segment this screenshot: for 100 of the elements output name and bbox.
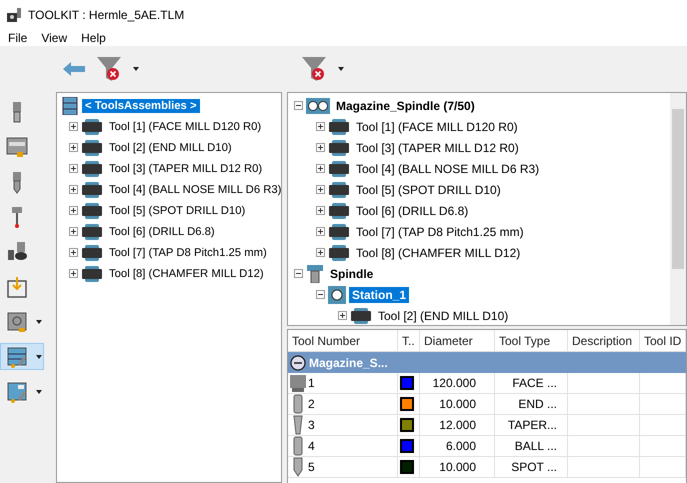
expander-icon[interactable] <box>294 101 303 110</box>
table-cell: 6.000 <box>420 436 495 457</box>
caret-icon[interactable] <box>132 65 140 73</box>
empty-cell <box>568 373 640 394</box>
tool-icon <box>328 244 350 262</box>
table-icon <box>5 344 29 368</box>
empty-cell <box>568 436 640 457</box>
tree-item[interactable]: Magazine_Spindle (7/50) <box>333 98 478 114</box>
table-cell: TAPER... <box>495 415 568 436</box>
import-icon <box>5 274 29 298</box>
expander-icon[interactable] <box>69 122 78 131</box>
panel-icon <box>5 380 29 404</box>
menu-item[interactable]: File <box>8 31 28 45</box>
expander-icon[interactable] <box>338 311 347 320</box>
toolbar-button[interactable] <box>0 343 44 370</box>
tool-icon <box>81 202 103 220</box>
collapse-icon[interactable] <box>290 354 306 370</box>
tool-icon <box>81 244 103 262</box>
expander-icon[interactable] <box>69 269 78 278</box>
caret-icon[interactable] <box>337 65 345 73</box>
tree-item[interactable]: Tool [1] (FACE MILL D120 R0) <box>353 118 521 134</box>
expander-icon[interactable] <box>294 269 303 278</box>
empty-cell <box>640 373 686 394</box>
app-icon <box>6 7 22 23</box>
tool-icon <box>81 180 103 198</box>
expander-icon[interactable] <box>69 248 78 257</box>
expander-icon[interactable] <box>316 227 325 236</box>
expander-icon[interactable] <box>69 206 78 215</box>
table-cell: 4 <box>308 439 315 453</box>
tool-icon <box>81 118 103 136</box>
tool-icon <box>350 306 372 324</box>
tool-icon <box>81 222 103 240</box>
filter-icon[interactable] <box>301 56 327 82</box>
tree-item[interactable]: Spindle <box>327 266 376 282</box>
scrollbar[interactable] <box>670 93 686 325</box>
tree-item[interactable]: Tool [7] (TAP D8 Pitch1.25 mm) <box>106 246 270 260</box>
tree-item[interactable]: Tool [2] (END MILL D10) <box>375 308 512 324</box>
group-label: Magazine_S... <box>309 356 388 370</box>
tool-icon <box>328 202 350 220</box>
expander-icon[interactable] <box>316 290 325 299</box>
tool-icon <box>328 138 350 156</box>
table-cell: END ... <box>495 394 568 415</box>
tree-item[interactable]: < ToolsAssemblies > <box>82 98 200 112</box>
expander-icon[interactable] <box>69 185 78 194</box>
empty-cell <box>568 394 640 415</box>
menu-item[interactable]: View <box>41 31 68 45</box>
tree-item[interactable]: Tool [3] (TAPER MILL D12 R0) <box>106 162 266 176</box>
menu-item[interactable]: Help <box>81 31 106 45</box>
tree-item[interactable]: Tool [1] (FACE MILL D120 R0) <box>106 120 264 134</box>
tool-icon <box>328 222 350 240</box>
magazine-icon <box>306 98 330 114</box>
table-cell: 10.000 <box>420 394 495 415</box>
expander-icon[interactable] <box>316 143 325 152</box>
tool-icon <box>81 264 103 282</box>
station-icon <box>328 286 346 304</box>
tool-holder-icon <box>5 134 29 158</box>
filter-icon[interactable] <box>96 56 122 82</box>
table-cell: 5 <box>308 460 315 474</box>
expander-icon[interactable] <box>69 227 78 236</box>
table-cell: BALL ... <box>495 436 568 457</box>
table-cell: 120.000 <box>420 373 495 394</box>
expander-icon[interactable] <box>69 143 78 152</box>
tree-item[interactable]: Tool [5] (SPOT DRILL D10) <box>353 182 504 198</box>
expander-icon[interactable] <box>316 248 325 257</box>
tree-item[interactable]: Tool [2] (END MILL D10) <box>106 140 235 154</box>
face-mill-icon <box>290 373 306 393</box>
tree-item[interactable]: Tool [8] (CHAMFER MILL D12) <box>106 266 267 280</box>
empty-cell <box>568 415 640 436</box>
tool-icon <box>328 160 350 178</box>
expander-icon[interactable] <box>316 122 325 131</box>
tree-item[interactable]: Tool [6] (DRILL D6.8) <box>106 224 218 238</box>
tree-item[interactable]: Tool [5] (SPOT DRILL D10) <box>106 204 248 218</box>
table-cell: 2 <box>308 397 315 411</box>
table-cell: SPOT ... <box>495 457 568 478</box>
tree-item[interactable]: Tool [4] (BALL NOSE MILL D6 R3) <box>353 160 542 176</box>
tree-item[interactable]: Tool [8] (CHAMFER MILL D12) <box>353 244 524 260</box>
table-cell: 10.000 <box>420 457 495 478</box>
list-icon <box>61 96 79 114</box>
safe-icon <box>5 310 29 334</box>
tree-item[interactable]: Station_1 <box>349 286 410 302</box>
expander-icon[interactable] <box>69 164 78 173</box>
expander-icon[interactable] <box>316 164 325 173</box>
window-title: TOOLKIT : Hermle_5AE.TLM <box>28 8 184 22</box>
table-cell: 12.000 <box>420 415 495 436</box>
spindle-icon <box>306 264 324 282</box>
back-arrow-icon[interactable] <box>62 61 86 77</box>
empty-cell <box>640 415 686 436</box>
empty-cell <box>640 394 686 415</box>
tree-item[interactable]: Tool [4] (BALL NOSE MILL D6 R3) <box>106 182 281 196</box>
tool-icon <box>81 160 103 178</box>
empty-cell <box>640 436 686 457</box>
tree-item[interactable]: Tool [3] (TAPER MILL D12 R0) <box>353 140 522 156</box>
tool-icon <box>81 138 103 156</box>
tree-item[interactable]: Tool [6] (DRILL D6.8) <box>353 202 472 218</box>
expander-icon[interactable] <box>316 206 325 215</box>
empty-cell <box>640 457 686 478</box>
tool-icon <box>328 180 350 198</box>
empty-cell <box>568 457 640 478</box>
tree-item[interactable]: Tool [7] (TAP D8 Pitch1.25 mm) <box>353 224 527 240</box>
expander-icon[interactable] <box>316 185 325 194</box>
